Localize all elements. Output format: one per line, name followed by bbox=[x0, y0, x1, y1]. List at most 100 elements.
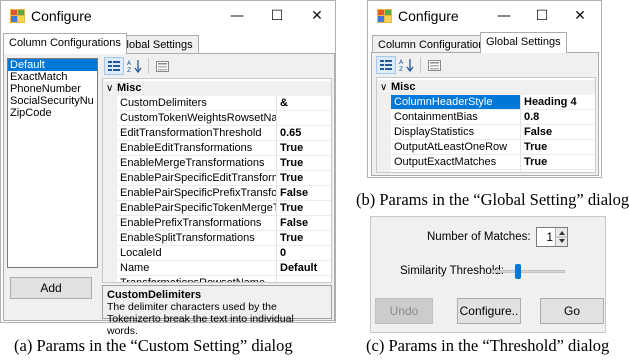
property-row[interactable]: OutputExactMatches True bbox=[377, 155, 595, 170]
property-name[interactable]: EnableMergeTransformations bbox=[117, 156, 277, 171]
similarity-slider[interactable] bbox=[491, 263, 565, 281]
add-button[interactable]: Add bbox=[10, 277, 92, 299]
property-row[interactable]: EnablePairSpecificPrefixTransformaFalse bbox=[103, 186, 331, 201]
property-value[interactable]: 0.8 bbox=[521, 110, 595, 125]
property-value[interactable] bbox=[277, 111, 331, 126]
property-row[interactable]: ColumnHeaderStyle Heading 4 bbox=[377, 95, 595, 110]
list-item[interactable]: PhoneNumber bbox=[8, 83, 97, 95]
property-row[interactable]: OutputAtLeastOneRow True bbox=[377, 140, 595, 155]
row-gutter bbox=[103, 201, 117, 216]
property-name[interactable]: EnablePairSpecificPrefixTransforma bbox=[117, 186, 277, 201]
close-button[interactable]: ✕ bbox=[299, 4, 335, 28]
property-name[interactable]: OutputExactMatches bbox=[391, 155, 521, 170]
property-value[interactable]: True bbox=[277, 171, 331, 186]
property-name[interactable]: EditTransformationThreshold bbox=[117, 126, 277, 141]
configure-dialog-custom: Configure — ☐ ✕ Column Configurations Gl… bbox=[0, 0, 336, 337]
property-value[interactable]: & bbox=[277, 96, 331, 111]
property-row[interactable]: ContainmentBias 0.8 bbox=[377, 110, 595, 125]
property-value[interactable]: True bbox=[521, 155, 595, 170]
row-gutter bbox=[377, 110, 391, 125]
property-name[interactable]: CustomDelimiters bbox=[117, 96, 277, 111]
property-row[interactable]: EnablePairSpecificTokenMergeTranTrue bbox=[103, 201, 331, 216]
collapse-icon[interactable]: ∨ bbox=[106, 81, 113, 96]
property-row[interactable]: CustomDelimiters & bbox=[103, 96, 331, 111]
close-button[interactable]: ✕ bbox=[562, 4, 598, 28]
minimize-button[interactable]: — bbox=[219, 4, 255, 28]
maximize-button[interactable]: ☐ bbox=[524, 4, 560, 28]
categorized-view-icon[interactable] bbox=[104, 57, 124, 75]
property-name[interactable]: EnablePairSpecificEditTransformatic bbox=[117, 171, 277, 186]
row-gutter bbox=[103, 126, 117, 141]
property-row[interactable]: UseApproximateIndexingFalse bbox=[377, 170, 595, 172]
property-value[interactable]: False bbox=[277, 216, 331, 231]
property-name[interactable]: EnableSplitTransformations bbox=[117, 231, 277, 246]
alphabetical-sort-icon[interactable]: AZ bbox=[125, 57, 145, 75]
property-row[interactable]: EnableMergeTransformations True bbox=[103, 156, 331, 171]
matches-spinner[interactable]: 1 bbox=[536, 227, 568, 247]
property-value[interactable]: Heading 4 bbox=[521, 95, 595, 110]
property-name[interactable]: UseApproximateIndexing bbox=[391, 170, 521, 172]
alphabetical-sort-icon[interactable]: AZ bbox=[397, 56, 417, 74]
property-grid[interactable]: ∨ Misc ColumnHeaderStyle Heading 4 Contain… bbox=[376, 77, 596, 173]
property-row[interactable]: EnablePairSpecificEditTransformaticTrue bbox=[103, 171, 331, 186]
property-value[interactable]: Default bbox=[277, 261, 331, 276]
list-item[interactable]: ExactMatch bbox=[8, 71, 97, 83]
property-value[interactable]: True bbox=[277, 231, 331, 246]
collapse-icon[interactable]: ∨ bbox=[380, 80, 387, 95]
property-row[interactable]: TransformationsRowsetName bbox=[103, 276, 331, 282]
list-item[interactable]: SocialSecurityNu bbox=[8, 95, 97, 107]
property-name[interactable]: LocaleId bbox=[117, 246, 277, 261]
tab-global-settings[interactable]: Global Settings bbox=[480, 32, 567, 53]
property-row[interactable]: Name Default bbox=[103, 261, 331, 276]
property-value[interactable]: False bbox=[277, 186, 331, 201]
go-button[interactable]: Go bbox=[540, 298, 604, 324]
property-value[interactable]: True bbox=[277, 156, 331, 171]
matches-label: Number of Matches: bbox=[427, 231, 531, 243]
spin-updown-icon[interactable] bbox=[555, 228, 568, 246]
property-value[interactable]: True bbox=[521, 140, 595, 155]
property-row[interactable]: LocaleId 0 bbox=[103, 246, 331, 261]
property-row[interactable]: EnableSplitTransformations True bbox=[103, 231, 331, 246]
property-pages-icon[interactable] bbox=[152, 57, 172, 75]
property-name[interactable]: ContainmentBias bbox=[391, 110, 521, 125]
property-value[interactable]: False bbox=[521, 170, 595, 172]
tab-column-configurations[interactable]: Column Configurations bbox=[3, 33, 127, 54]
property-row[interactable]: EnablePrefixTransformations False bbox=[103, 216, 331, 231]
columns-list[interactable]: Default ExactMatch PhoneNumber SocialSec… bbox=[7, 58, 98, 268]
property-value[interactable] bbox=[277, 276, 331, 282]
configure-button[interactable]: Configure.. bbox=[457, 298, 521, 324]
property-name[interactable]: TransformationsRowsetName bbox=[117, 276, 277, 282]
property-pages-icon[interactable] bbox=[424, 56, 444, 74]
property-name[interactable]: EnablePairSpecificTokenMergeTran bbox=[117, 201, 277, 216]
property-name[interactable]: OutputAtLeastOneRow bbox=[391, 140, 521, 155]
row-gutter bbox=[103, 276, 117, 282]
property-value[interactable]: True bbox=[277, 201, 331, 216]
undo-button[interactable]: Undo bbox=[375, 298, 433, 324]
minimize-button[interactable]: — bbox=[486, 4, 522, 28]
property-name[interactable]: EnableEditTransformations bbox=[117, 141, 277, 156]
list-item[interactable]: Default bbox=[8, 59, 97, 71]
list-item[interactable]: ZipCode bbox=[8, 107, 97, 119]
matches-value[interactable]: 1 bbox=[546, 230, 553, 244]
property-name[interactable]: DisplayStatistics bbox=[391, 125, 521, 140]
category-row[interactable]: ∨ Misc bbox=[377, 80, 595, 95]
property-name[interactable]: CustomTokenWeightsRowsetName bbox=[117, 111, 277, 126]
property-row[interactable]: EditTransformationThreshold 0.65 bbox=[103, 126, 331, 141]
property-value[interactable]: False bbox=[521, 125, 595, 140]
property-name[interactable]: EnablePrefixTransformations bbox=[117, 216, 277, 231]
property-row[interactable]: DisplayStatistics False bbox=[377, 125, 595, 140]
property-value[interactable]: 0.65 bbox=[277, 126, 331, 141]
property-row[interactable]: EnableEditTransformations True bbox=[103, 141, 331, 156]
category-row[interactable]: ∨ Misc bbox=[103, 81, 331, 96]
maximize-button[interactable]: ☐ bbox=[259, 4, 295, 28]
categorized-view-icon[interactable] bbox=[376, 56, 396, 74]
row-gutter bbox=[103, 111, 117, 126]
property-value[interactable]: True bbox=[277, 141, 331, 156]
row-gutter bbox=[103, 186, 117, 201]
property-name[interactable]: ColumnHeaderStyle bbox=[391, 95, 521, 110]
property-name[interactable]: Name bbox=[117, 261, 277, 276]
property-row[interactable]: CustomTokenWeightsRowsetName bbox=[103, 111, 331, 126]
slider-thumb[interactable] bbox=[515, 264, 521, 279]
property-value[interactable]: 0 bbox=[277, 246, 331, 261]
property-grid[interactable]: ∨ Misc CustomDelimiters & CustomTokenWeigh… bbox=[102, 78, 332, 283]
